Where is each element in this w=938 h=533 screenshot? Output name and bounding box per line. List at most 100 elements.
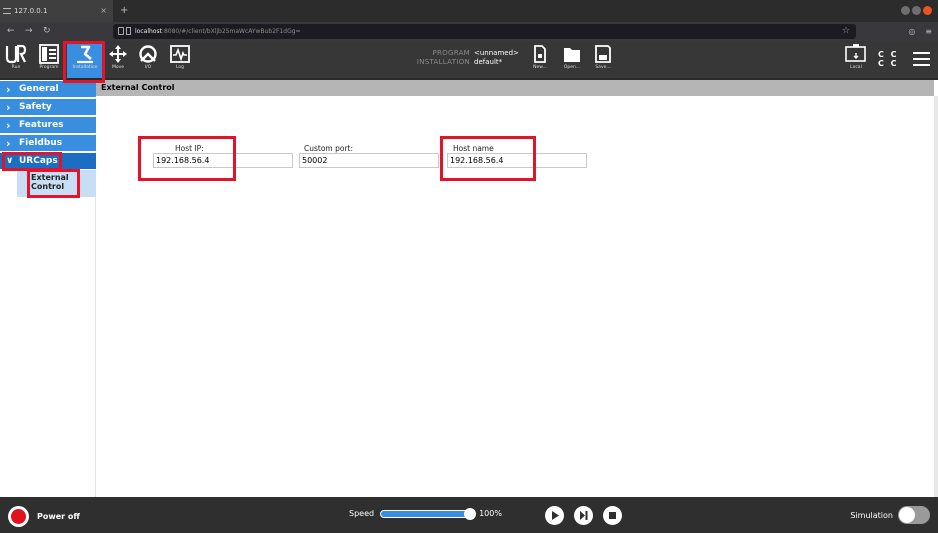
program-info: PROGRAM <unnamed> INSTALLATION default* — [405, 49, 519, 67]
browser-tab-bar: 127.0.0.1 × + — [0, 0, 938, 22]
bookmark-star-icon[interactable]: ☆ — [842, 24, 850, 39]
installation-tab-label: Installation — [72, 65, 98, 70]
browser-menu-icon[interactable]: ≡ — [925, 22, 932, 41]
program-value: <unnamed> — [474, 49, 519, 57]
new-file-icon — [534, 45, 546, 63]
simulation-toggle[interactable] — [898, 506, 930, 524]
power-off-button[interactable]: Power off — [8, 506, 80, 527]
ur-logo-icon — [5, 44, 27, 64]
custom-port-input[interactable] — [299, 153, 439, 168]
move-icon — [109, 45, 127, 63]
save-button[interactable]: Save... — [591, 41, 615, 78]
new-button-label: New... — [533, 65, 547, 70]
url-bar[interactable]: localhost:8080/#/client/bXljb25maWcAYwBu… — [113, 24, 856, 39]
chevron-right-icon: › — [6, 83, 11, 96]
window-close-button[interactable] — [923, 6, 932, 15]
run-tab-label: Run — [11, 65, 21, 70]
pocket-icon[interactable]: ◎ — [908, 22, 915, 41]
program-tab-label: Program — [39, 65, 59, 70]
installation-sidebar: › General › Safety › Features › Fieldbus… — [0, 80, 96, 497]
minimize-button[interactable] — [901, 6, 910, 15]
browser-tab[interactable]: 127.0.0.1 × — [0, 0, 113, 22]
installation-key: INSTALLATION — [416, 58, 470, 66]
open-button-label: Open... — [563, 65, 581, 70]
hamburger-menu-icon[interactable] — [913, 52, 930, 70]
reload-icon[interactable]: ↻ — [43, 22, 51, 41]
local-teach-pendant-icon — [845, 44, 866, 62]
step-button[interactable] — [574, 506, 593, 525]
host-ip-label: Host IP: — [175, 144, 204, 153]
io-tab[interactable]: I/O — [134, 41, 162, 78]
subitem-label-line-1: External — [31, 173, 69, 182]
save-icon — [595, 45, 611, 63]
stop-button[interactable] — [603, 506, 622, 525]
main-content: External Control Host IP: Custom port: H… — [96, 80, 938, 497]
move-tab[interactable]: Move — [106, 41, 130, 78]
speed-control: Speed 100% — [349, 507, 502, 520]
maximize-button[interactable] — [912, 6, 921, 15]
play-button[interactable] — [545, 506, 564, 525]
power-status-icon — [8, 506, 29, 527]
installation-tab[interactable]: Installation — [67, 41, 103, 78]
local-label: Local — [850, 65, 862, 70]
polyscope-toolbar: Run Program Installation Move I/O Log PR… — [0, 41, 938, 78]
program-tab[interactable]: Program — [34, 41, 64, 78]
log-icon — [170, 45, 190, 63]
host-name-input[interactable] — [447, 153, 587, 168]
new-button[interactable]: New... — [528, 41, 552, 78]
sidebar-item-features[interactable]: › Features — [0, 117, 96, 134]
speed-slider[interactable] — [380, 507, 477, 520]
open-button[interactable]: Open... — [560, 41, 584, 78]
tab-title: 127.0.0.1 — [14, 7, 48, 15]
subitem-label-line-2: Control — [31, 182, 65, 191]
stop-icon — [609, 512, 616, 519]
sidebar-item-label: Safety — [19, 102, 52, 112]
host-ip-input[interactable] — [153, 153, 293, 168]
shield-icon — [118, 27, 124, 35]
program-key: PROGRAM — [432, 49, 470, 57]
toggle-knob — [899, 507, 915, 523]
cc-line-2: C C — [878, 59, 899, 68]
control-mode-indicator: C C C C — [878, 50, 899, 68]
forward-arrow-icon[interactable]: → — [25, 22, 33, 41]
chevron-right-icon: › — [6, 137, 11, 150]
chevron-right-icon: › — [6, 101, 11, 114]
host-name-label: Host name — [453, 144, 494, 153]
io-icon — [139, 45, 157, 63]
program-icon — [39, 44, 59, 64]
speed-slider-handle[interactable] — [464, 507, 477, 520]
step-icon — [580, 511, 588, 520]
log-tab-label: Log — [175, 65, 185, 70]
sidebar-item-label: General — [19, 84, 59, 94]
url-path: :8080/#/client/bXljb25maWcAYwBub2F1dGg= — [161, 28, 301, 35]
browser-toolbar-right: ◎ ≡ — [908, 22, 932, 41]
folder-icon — [564, 48, 580, 62]
browser-nav-bar: ← → ↻ localhost:8080/#/client/bXljb25maW… — [0, 22, 938, 41]
sidebar-item-general[interactable]: › General — [0, 81, 96, 98]
cc-line-1: C C — [878, 50, 899, 59]
save-button-label: Save... — [595, 65, 611, 70]
sidebar-item-urcaps[interactable]: ∨ URCaps — [0, 153, 96, 170]
window-controls — [901, 6, 932, 15]
sidebar-item-label: URCaps — [19, 156, 58, 166]
move-tab-label: Move — [111, 65, 125, 70]
simulation-control: Simulation — [850, 506, 930, 524]
speed-value: 100% — [479, 509, 502, 518]
play-icon — [552, 511, 559, 520]
log-tab[interactable]: Log — [166, 41, 194, 78]
bottom-status-bar: Power off Speed 100% Simulation — [0, 497, 938, 533]
custom-port-label: Custom port: — [304, 144, 354, 153]
chevron-down-icon: ∨ — [6, 156, 14, 166]
sidebar-subitem-external-control[interactable]: External Control — [17, 170, 96, 197]
sidebar-item-safety[interactable]: › Safety — [0, 99, 96, 116]
scrollbar[interactable] — [934, 96, 938, 497]
new-tab-button[interactable]: + — [120, 0, 128, 22]
sidebar-item-fieldbus[interactable]: › Fieldbus — [0, 135, 96, 152]
local-button[interactable]: Local — [842, 41, 870, 78]
page-icon — [126, 27, 131, 35]
back-arrow-icon[interactable]: ← — [7, 22, 15, 41]
run-tab[interactable]: Run — [2, 41, 30, 78]
tab-close-button[interactable]: × — [100, 0, 107, 22]
simulation-label: Simulation — [850, 510, 893, 520]
url-host: localhost — [135, 28, 162, 35]
